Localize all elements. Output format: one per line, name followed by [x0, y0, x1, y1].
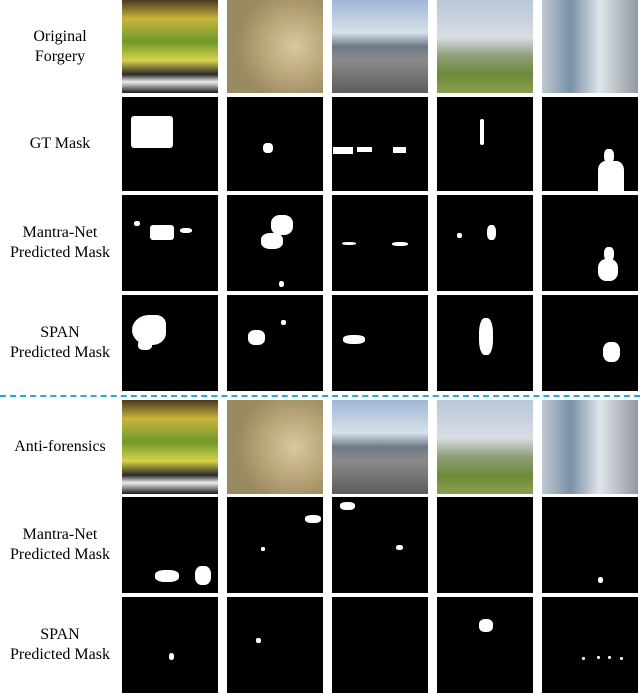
- mask-region: [480, 119, 484, 145]
- mask-region: [393, 147, 406, 153]
- label-line: Predicted Mask: [10, 344, 110, 361]
- mantra-net-mask-anti: [227, 497, 323, 593]
- mask-region: [134, 221, 140, 226]
- mask-region: [333, 147, 353, 154]
- forgery-image: [437, 0, 533, 93]
- label-line: Mantra-Net: [22, 224, 98, 241]
- row-label-mantra-net: Mantra-Net Predicted Mask: [0, 195, 120, 291]
- gt-mask: [542, 97, 638, 191]
- span-mask-anti: [227, 597, 323, 693]
- mantra-net-mask: [227, 195, 323, 291]
- span-mask: [437, 295, 533, 391]
- mask-region: [169, 653, 174, 660]
- forgery-image: [122, 0, 218, 93]
- mask-region: [597, 656, 600, 659]
- label-line: Predicted Mask: [10, 244, 110, 261]
- span-mask: [542, 295, 638, 391]
- label-line: Predicted Mask: [10, 646, 110, 663]
- mantra-net-mask: [332, 195, 428, 291]
- row-label-original-forgery: Original Forgery: [0, 0, 120, 94]
- anti-forensic-image: [122, 400, 218, 494]
- span-mask: [332, 295, 428, 391]
- mask-region: [180, 228, 192, 233]
- mask-region: [598, 161, 624, 191]
- span-mask-anti: [332, 597, 428, 693]
- anti-forensic-image: [332, 400, 428, 494]
- mantra-net-mask-anti: [437, 497, 533, 593]
- mask-region: [195, 566, 211, 585]
- label-line: GT Mask: [29, 135, 91, 152]
- label-line: Predicted Mask: [10, 546, 110, 563]
- forgery-image: [227, 0, 323, 93]
- row-label-anti-forensics: Anti-forensics: [0, 400, 120, 494]
- dashed-separator: [0, 395, 640, 397]
- mask-region: [392, 242, 408, 246]
- mask-region: [357, 147, 372, 152]
- span-mask-anti: [437, 597, 533, 693]
- mask-region: [155, 570, 179, 582]
- mask-region: [271, 215, 293, 235]
- mantra-net-mask: [122, 195, 218, 291]
- mask-region: [598, 577, 603, 583]
- forgery-image: [542, 0, 638, 93]
- label-line: SPAN: [40, 626, 80, 643]
- mask-region: [342, 242, 356, 245]
- label-line: Anti-forensics: [14, 438, 106, 455]
- mask-region: [340, 502, 355, 510]
- mask-region: [603, 342, 620, 362]
- row-label-mantra-net-2: Mantra-Net Predicted Mask: [0, 497, 120, 593]
- gt-mask: [122, 97, 218, 191]
- mantra-net-mask: [542, 195, 638, 291]
- mask-region: [479, 318, 493, 355]
- anti-forensic-image: [227, 400, 323, 494]
- mask-region: [256, 638, 261, 643]
- mask-region: [150, 225, 174, 240]
- span-mask: [122, 295, 218, 391]
- mask-region: [138, 340, 152, 350]
- mask-region: [279, 281, 284, 287]
- mantra-net-mask-anti: [542, 497, 638, 593]
- mask-region: [582, 657, 585, 660]
- anti-forensic-image: [437, 400, 533, 494]
- row-label-span: SPAN Predicted Mask: [0, 295, 120, 391]
- span-mask-anti: [542, 597, 638, 693]
- mask-region: [248, 330, 265, 345]
- gt-mask: [332, 97, 428, 191]
- mask-region: [343, 335, 365, 344]
- row-label-span-2: SPAN Predicted Mask: [0, 597, 120, 693]
- mask-region: [261, 547, 265, 551]
- label-line: Mantra-Net: [22, 526, 98, 543]
- mask-region: [620, 657, 623, 660]
- mask-region: [261, 233, 283, 249]
- mask-region: [305, 515, 321, 523]
- mantra-net-mask: [437, 195, 533, 291]
- mask-region: [608, 656, 611, 659]
- mantra-net-mask-anti: [122, 497, 218, 593]
- mask-region: [598, 259, 618, 281]
- gt-mask: [227, 97, 323, 191]
- label-line: Forgery: [34, 48, 86, 65]
- forgery-image: [332, 0, 428, 93]
- span-mask-anti: [122, 597, 218, 693]
- span-mask: [227, 295, 323, 391]
- mask-region: [479, 619, 493, 632]
- mask-region: [263, 143, 273, 153]
- mantra-net-mask-anti: [332, 497, 428, 593]
- mask-region: [131, 116, 173, 148]
- mask-region: [487, 225, 496, 240]
- mask-region: [457, 233, 462, 238]
- gt-mask: [437, 97, 533, 191]
- label-line: Original: [33, 28, 87, 45]
- row-label-gt-mask: GT Mask: [0, 97, 120, 191]
- mask-region: [281, 320, 286, 325]
- label-line: SPAN: [40, 324, 80, 341]
- mask-region: [396, 545, 403, 550]
- anti-forensic-image: [542, 400, 638, 494]
